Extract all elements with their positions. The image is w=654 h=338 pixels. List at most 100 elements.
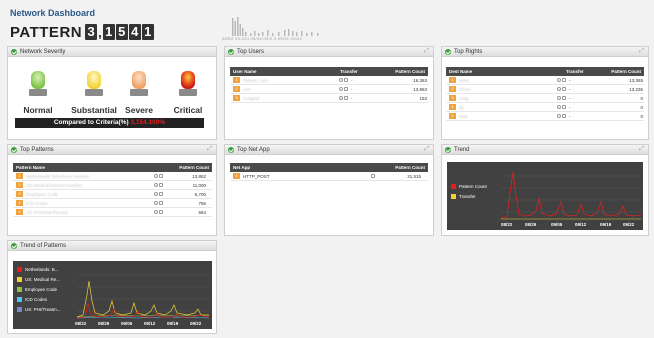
top-net-app-title: Top Net App	[237, 146, 270, 153]
pattern-digit: 5	[115, 24, 128, 40]
expand-icon[interactable]: ⤢	[424, 146, 429, 153]
dest-name: www	[459, 77, 469, 83]
col-transfer: Transfer	[340, 69, 358, 74]
expand-icon[interactable]: ⤢	[424, 48, 429, 55]
table-row[interactable]: 4 ftp - 0	[446, 103, 644, 112]
x-tick-label: 08/22	[75, 321, 87, 326]
transfer: -	[351, 77, 353, 83]
search-icon[interactable]	[154, 210, 158, 214]
legend-swatch	[17, 287, 22, 292]
table-row[interactable]: 2 Ann - 13,863	[230, 85, 428, 94]
detail-icon[interactable]	[159, 210, 163, 214]
rank-badge: 4	[16, 200, 23, 206]
legend-swatch	[451, 194, 456, 199]
search-icon[interactable]	[154, 174, 158, 178]
header-sparkline	[232, 17, 319, 36]
table-row[interactable]: 1 HTTP_POST 31,515	[230, 172, 428, 181]
table-row[interactable]: 3 Employee Code 5,700	[13, 190, 212, 199]
table-header: Net App Pattern Count	[230, 163, 428, 172]
top-rights-table: Dest Name Transfer Pattern Count 1 www -…	[446, 67, 644, 121]
search-icon[interactable]	[339, 96, 343, 100]
search-icon[interactable]	[557, 114, 561, 118]
search-icon[interactable]	[154, 201, 158, 205]
col-pattern-name: Pattern Name	[16, 165, 46, 170]
search-icon[interactable]	[154, 183, 158, 187]
x-tick-label: 09/12	[144, 321, 156, 326]
table-row[interactable]: 1 www - 13,365	[446, 76, 644, 85]
pattern-count: 0	[640, 104, 643, 110]
table-row[interactable]: 1 Netherlands Telephone Number 13,862	[13, 172, 212, 181]
search-icon[interactable]	[339, 87, 343, 91]
search-icon[interactable]	[557, 96, 561, 100]
detail-icon[interactable]	[344, 87, 348, 91]
col-pattern-count: Pattern Count	[395, 69, 425, 74]
legend-swatch	[17, 297, 22, 302]
status-ok-icon	[228, 48, 234, 55]
normal-light-icon	[29, 71, 47, 96]
expand-icon[interactable]: ⤢	[639, 48, 644, 55]
x-tick-label: 09/12	[575, 222, 587, 227]
pattern-count: 31,515	[407, 173, 421, 179]
detail-icon[interactable]	[344, 78, 348, 82]
top-patterns-panel: Top Patterns ⤢ Pattern Name Pattern Coun…	[7, 144, 217, 236]
table-row[interactable]: 3 Hospital - 153	[230, 94, 428, 103]
search-icon[interactable]	[557, 105, 561, 109]
legend-label: ICD Codes	[25, 297, 48, 302]
detail-icon[interactable]	[562, 78, 566, 82]
col-net-app: Net App	[233, 165, 251, 170]
dest-name: Direct	[459, 86, 471, 92]
search-icon[interactable]	[339, 78, 343, 82]
detail-icon[interactable]	[562, 87, 566, 91]
detail-icon[interactable]	[159, 174, 163, 178]
substantial-light-icon	[85, 71, 103, 96]
pattern-count: 153	[419, 95, 427, 101]
rank-badge: 4	[449, 104, 456, 110]
severity-label-critical: Critical	[173, 105, 203, 115]
pattern-counter: PATTERN 3 , 1 5 4 1	[10, 23, 154, 41]
legend-label: US: PHI/Treatm...	[25, 307, 61, 312]
expand-icon[interactable]: ⤢	[639, 146, 644, 153]
legend-swatch	[451, 184, 456, 189]
pattern-digit: 1	[141, 24, 154, 40]
pattern-count: 13,863	[413, 86, 427, 92]
trend-of-patterns-chart: Netherlands: B... US: Medical Re... Empl…	[13, 261, 212, 329]
table-row[interactable]: 1 Patient Care - 16,363	[230, 76, 428, 85]
detail-icon[interactable]	[371, 174, 375, 178]
detail-icon[interactable]	[159, 201, 163, 205]
detail-icon[interactable]	[344, 96, 348, 100]
rank-badge: 1	[233, 173, 240, 179]
transfer: -	[569, 86, 571, 92]
rank-badge: 2	[233, 86, 240, 92]
table-row[interactable]: 2 Direct - 13,236	[446, 85, 644, 94]
detail-icon[interactable]	[159, 183, 163, 187]
search-icon[interactable]	[557, 87, 561, 91]
table-row[interactable]: 2 US Medical Record Number 11,000	[13, 181, 212, 190]
legend-swatch	[17, 307, 22, 312]
rank-badge: 1	[449, 77, 456, 83]
search-icon[interactable]	[154, 192, 158, 196]
table-row[interactable]: 3 smtp - 0	[446, 94, 644, 103]
rank-badge: 1	[233, 77, 240, 83]
detail-icon[interactable]	[562, 114, 566, 118]
detail-icon[interactable]	[562, 96, 566, 100]
legend-label: Netherlands: B...	[25, 267, 59, 272]
status-ok-icon	[11, 242, 17, 249]
critical-light-icon	[179, 71, 197, 96]
legend-item: Employee Code	[17, 287, 57, 292]
x-tick-label: 08/22	[501, 222, 513, 227]
severity-panel-header: Network Severity	[8, 47, 216, 57]
detail-icon[interactable]	[159, 192, 163, 196]
expand-icon[interactable]: ⤢	[207, 146, 212, 153]
rank-badge: 3	[233, 95, 240, 101]
table-row[interactable]: 4 ICD Codes 756	[13, 199, 212, 208]
search-icon[interactable]	[557, 78, 561, 82]
transfer: -	[569, 95, 571, 101]
trend-of-patterns-header: Trend of Patterns	[8, 241, 216, 251]
table-row[interactable]: 5 smb - 0	[446, 112, 644, 121]
table-row[interactable]: 5 US PHI/Deal Record 584	[13, 208, 212, 217]
pattern-digit: 1	[102, 24, 115, 40]
detail-icon[interactable]	[562, 105, 566, 109]
col-user-name: User Name	[233, 69, 257, 74]
trend-title: Trend	[454, 146, 470, 153]
table-header: Dest Name Transfer Pattern Count	[446, 67, 644, 76]
